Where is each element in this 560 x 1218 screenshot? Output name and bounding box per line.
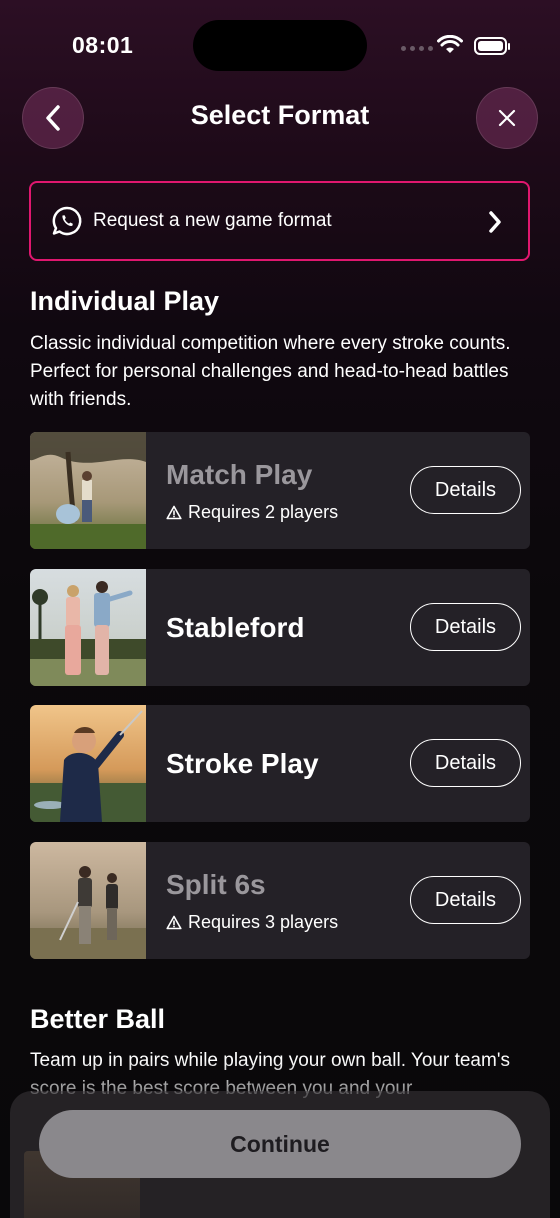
- format-requirement: Requires 3 players: [166, 912, 338, 933]
- details-button[interactable]: Details: [410, 466, 521, 514]
- match-play-image: [30, 432, 146, 549]
- format-name: Stroke Play: [166, 748, 319, 779]
- continue-button[interactable]: Continue: [39, 1110, 521, 1178]
- close-icon: [498, 109, 516, 127]
- section-description-individual-play: Classic individual competition where eve…: [30, 333, 511, 410]
- split-6s-image: [30, 842, 146, 959]
- format-card-match-play[interactable]: Match Play Requires 2 players Details: [30, 432, 530, 549]
- section-title-better-ball: Better Ball: [30, 1004, 166, 1034]
- wifi-icon: [437, 35, 463, 53]
- status-time: 08:01: [72, 32, 134, 58]
- cellular-signal-icon: [401, 46, 433, 51]
- format-requirement-label: Requires 3 players: [188, 912, 339, 932]
- stroke-play-image: [30, 705, 146, 822]
- close-button[interactable]: [476, 87, 538, 149]
- chevron-right-icon: [489, 211, 501, 233]
- format-name: Split 6s: [166, 869, 266, 900]
- format-requirement-label: Requires 2 players: [188, 502, 339, 522]
- format-card-stableford[interactable]: Stableford Details: [30, 569, 530, 686]
- details-button[interactable]: Details: [410, 739, 521, 787]
- details-button[interactable]: Details: [410, 603, 521, 651]
- section-title-individual-play: Individual Play: [30, 286, 220, 316]
- format-name: Match Play: [166, 459, 313, 490]
- details-button[interactable]: Details: [410, 876, 521, 924]
- format-card-stroke-play[interactable]: Stroke Play Details: [30, 705, 530, 822]
- whatsapp-icon: [52, 206, 82, 236]
- format-name: Stableford: [166, 612, 305, 643]
- stableford-image: [30, 569, 146, 686]
- format-requirement: Requires 2 players: [166, 502, 338, 523]
- warning-icon: [166, 915, 182, 930]
- request-format-banner[interactable]: Request a new game format: [29, 181, 530, 261]
- dynamic-island: [193, 20, 367, 71]
- request-format-label: Request a new game format: [93, 210, 332, 231]
- battery-icon: [474, 37, 510, 55]
- warning-icon: [166, 505, 182, 520]
- status-bar: 08:01: [0, 0, 560, 90]
- format-card-split-6s[interactable]: Split 6s Requires 3 players Details: [30, 842, 530, 959]
